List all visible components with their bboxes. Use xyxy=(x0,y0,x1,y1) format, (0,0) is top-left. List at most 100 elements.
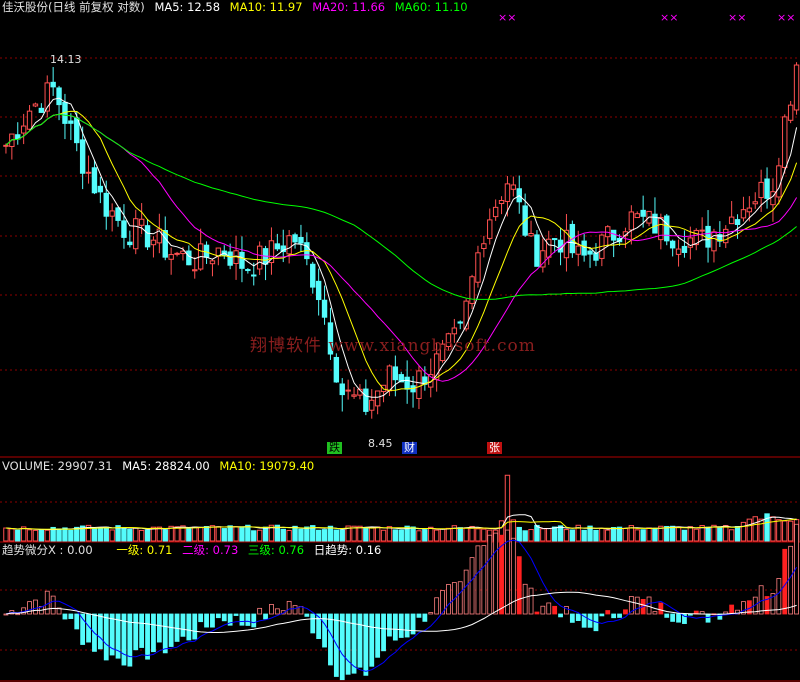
candle-body xyxy=(292,234,298,243)
trend-bar xyxy=(274,608,280,615)
volume-bar xyxy=(634,529,640,542)
price-panel-header: 佳沃股份(日线 前复权 对数) MA5: 12.58 MA10: 11.97 M… xyxy=(2,0,474,14)
trend-bar xyxy=(139,613,145,648)
trend-bar xyxy=(617,613,622,618)
trend-bar xyxy=(664,613,670,618)
trend-bar xyxy=(233,613,239,616)
volume-bar xyxy=(510,519,517,542)
event-fall-badge[interactable]: 跌 xyxy=(327,442,342,454)
volume-bar xyxy=(569,529,576,542)
volume-bar xyxy=(374,526,381,542)
volume-bar xyxy=(416,530,422,542)
watermark-text: 翔博软件 www.xiangbosoft.com xyxy=(250,336,536,356)
candle-body xyxy=(192,269,198,272)
volume-bar xyxy=(298,528,304,542)
trend-bar xyxy=(192,613,198,640)
trend-bar xyxy=(446,584,451,615)
trend-bar xyxy=(605,610,611,615)
ma60-line xyxy=(5,113,797,300)
volume-bar xyxy=(292,525,298,542)
volume-bar xyxy=(740,521,747,542)
candle-body xyxy=(109,210,115,217)
trend-bar xyxy=(186,613,192,641)
trend-bar xyxy=(646,596,652,615)
candle-body xyxy=(186,250,192,266)
volume-bar xyxy=(15,529,21,542)
trend-bar xyxy=(422,613,428,622)
volume-bar xyxy=(109,529,115,542)
candle-body xyxy=(551,238,558,241)
level2-value: 二级: 0.73 xyxy=(182,543,239,557)
low-price-label: 8.45 xyxy=(368,437,393,450)
volume-bar xyxy=(758,518,764,542)
volume-bar xyxy=(439,528,446,542)
volume-bar xyxy=(728,529,735,542)
volume-bar xyxy=(133,527,139,542)
candle-body xyxy=(351,394,357,397)
candle-body xyxy=(32,103,39,107)
candle-body xyxy=(664,215,670,242)
candle-body xyxy=(127,241,133,246)
candle-body xyxy=(504,183,511,202)
volume-bar xyxy=(646,527,652,542)
candle-body xyxy=(168,254,174,260)
trend-bar xyxy=(221,613,227,622)
candle-body xyxy=(245,269,251,272)
volume-bar xyxy=(398,529,404,542)
volume-bar xyxy=(675,526,682,542)
candle-body xyxy=(79,139,86,174)
event-rise-badge[interactable]: 张 xyxy=(487,442,502,454)
trend-bar xyxy=(27,601,32,615)
trend-bar xyxy=(623,609,628,615)
trend-bar xyxy=(404,613,410,638)
trend-bar xyxy=(292,605,298,615)
volume-bar xyxy=(221,528,227,542)
candle-body xyxy=(669,240,676,249)
trend-bar xyxy=(434,597,440,615)
candle-body xyxy=(546,238,552,258)
candle-body xyxy=(463,300,469,330)
candle-body xyxy=(416,370,422,399)
volume-bar xyxy=(605,529,611,542)
candle-body xyxy=(392,366,399,381)
candle-body xyxy=(758,181,764,199)
candle-body xyxy=(286,235,292,255)
candle-body xyxy=(56,87,62,106)
volume-bar xyxy=(3,527,9,542)
volume-panel-header: VOLUME: 29907.31 MA5: 28824.00 MA10: 190… xyxy=(2,459,320,473)
volume-bar xyxy=(540,528,546,542)
trend-bar xyxy=(469,557,475,615)
candle-body xyxy=(274,243,281,250)
volume-bar xyxy=(256,529,263,542)
candle-body xyxy=(138,218,145,226)
volume-bar xyxy=(528,529,534,542)
trend-bar xyxy=(782,548,788,615)
event-finance-badge[interactable]: 财 xyxy=(402,442,417,454)
volume-bar xyxy=(121,527,127,542)
trend-bar xyxy=(257,607,263,615)
trend-bar xyxy=(357,613,363,668)
trend-bar xyxy=(145,613,150,660)
candle-body xyxy=(20,125,27,134)
indicator-panel-header: 趋势微分X : 0.00 一级: 0.71 二级: 0.73 三级: 0.76 … xyxy=(2,543,387,557)
candle-body xyxy=(227,251,233,266)
trend-bar xyxy=(676,613,681,623)
volume-bar xyxy=(463,527,469,542)
candle-body xyxy=(457,321,463,324)
volume-bar xyxy=(770,516,776,542)
volume-bar xyxy=(522,530,528,542)
trend-bar xyxy=(286,600,292,615)
volume-bar xyxy=(557,525,564,542)
volume-bar xyxy=(97,527,104,542)
trend-bar xyxy=(516,556,522,615)
candle-body xyxy=(605,226,611,238)
candle-body xyxy=(681,245,688,253)
volume-bar xyxy=(192,526,198,542)
trend-bar xyxy=(569,613,575,623)
trend-bar xyxy=(457,581,463,615)
volume-bar xyxy=(233,526,239,542)
candle-body xyxy=(315,280,322,301)
trend-bar xyxy=(487,534,493,615)
candle-body xyxy=(310,263,316,288)
trend-bar xyxy=(705,613,711,623)
